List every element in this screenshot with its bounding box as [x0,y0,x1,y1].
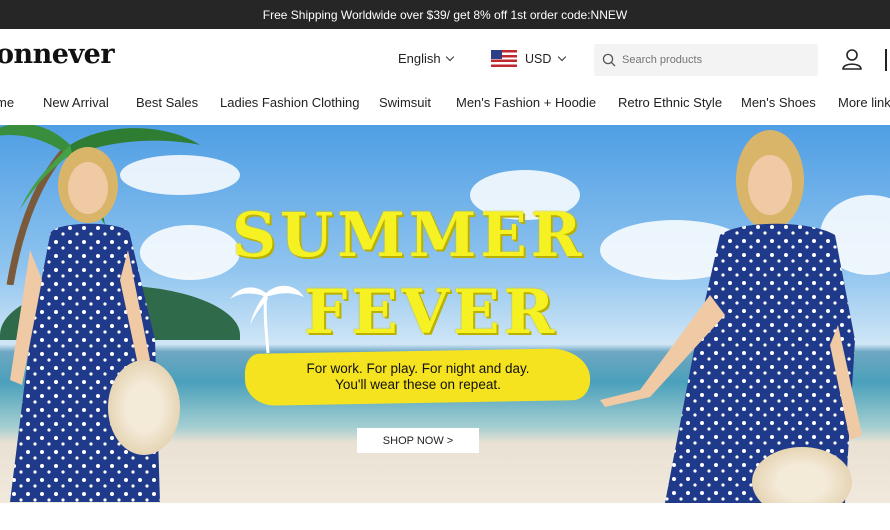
nav-item-home[interactable]: me [0,95,14,110]
sun-hat-image [108,360,180,455]
chevron-down-icon [558,52,567,62]
nav-item-more-links[interactable]: More link [838,95,890,110]
site-logo[interactable]: onnever [0,39,115,70]
announcement-bar: Free Shipping Worldwide over $39/ get 8%… [0,0,890,29]
main-nav: me New Arrival Best Sales Ladies Fashion… [0,82,890,124]
tagline-line-1: For work. For play. For night and day. [306,361,530,376]
nav-item-mens-fashion[interactable]: Men's Fashion + Hoodie [456,95,596,110]
hero-title-summer: SUMMER [232,200,586,271]
hero-banner[interactable]: SUMMER FEVER For work. For play. For nig… [0,125,890,503]
language-selector[interactable]: English [398,51,454,66]
palm-tree-decoration-icon [230,285,304,354]
model-left-image [10,147,160,502]
hero-title-fever: FEVER [304,277,559,348]
hero-tagline: For work. For play. For night and day. Y… [248,361,588,393]
shop-now-button[interactable]: SHOP NOW > [357,428,479,453]
site-header: onnever English USD [0,29,890,81]
us-flag-icon [491,50,517,67]
nav-item-retro-ethnic[interactable]: Retro Ethnic Style [618,95,722,110]
model-right-image [600,130,862,503]
search-input[interactable] [622,54,802,66]
language-label: English [398,51,441,66]
nav-item-swimsuit[interactable]: Swimsuit [379,95,431,110]
currency-selector[interactable]: USD [491,50,567,67]
currency-label: USD [525,51,552,66]
search-icon[interactable] [602,53,616,67]
nav-item-mens-shoes[interactable]: Men's Shoes [741,95,816,110]
cart-icon[interactable] [885,49,890,71]
nav-item-best-sales[interactable]: Best Sales [136,95,198,110]
tagline-line-2: You'll wear these on repeat. [335,377,501,392]
chevron-down-icon [445,52,454,62]
search-box [594,44,818,76]
announcement-text: Free Shipping Worldwide over $39/ get 8%… [262,7,628,22]
nav-item-ladies-fashion[interactable]: Ladies Fashion Clothing [220,95,359,110]
nav-item-new-arrival[interactable]: New Arrival [43,95,109,110]
user-account-icon[interactable] [841,48,863,70]
